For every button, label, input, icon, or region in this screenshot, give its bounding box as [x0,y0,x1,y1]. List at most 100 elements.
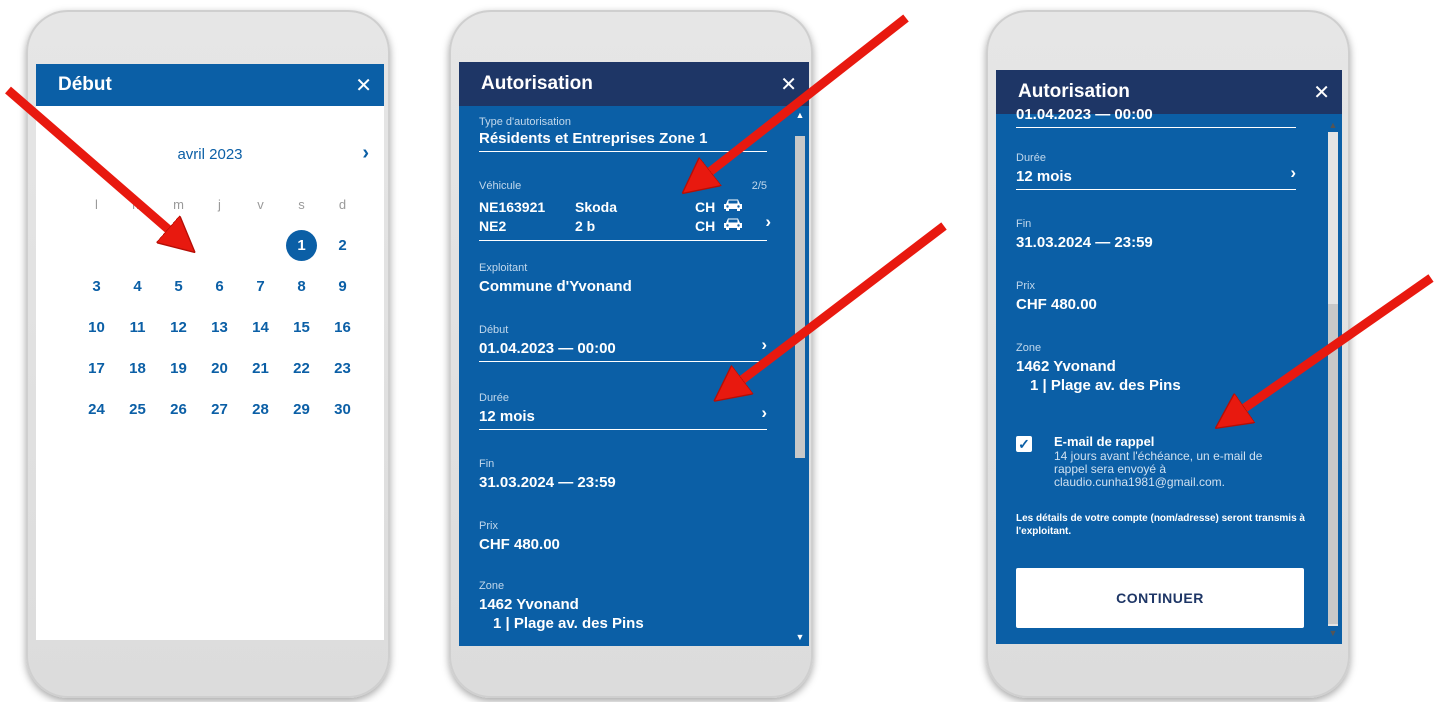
calendar-day[interactable]: 12 [158,307,199,348]
calendar-day-number: 24 [88,401,105,418]
calendar-empty-cell [117,225,158,266]
calendar-day[interactable]: 20 [199,348,240,389]
calendar-day[interactable]: 15 [281,307,322,348]
field-end: Fin 31.03.2024 — 23:59 [1016,218,1296,251]
calendar-day[interactable]: 18 [117,348,158,389]
calendar-day[interactable]: 25 [117,389,158,430]
vehicle-list: NE163921 Skoda CH NE2 2 b CH [479,198,767,236]
authorization-screen-bottom: Autorisation ✕ 01.04.2023 — 00:00 Durée … [996,70,1342,644]
chevron-right-icon: › [765,212,771,231]
zone-sub-value: 1 | Plage av. des Pins [1030,377,1181,394]
calendar-day[interactable]: 13 [199,307,240,348]
continue-button[interactable]: CONTINUER [1016,568,1304,628]
price-value: CHF 480.00 [479,536,560,553]
scroll-up-arrow-icon[interactable]: ▲ [791,110,809,120]
calendar-day[interactable]: 29 [281,389,322,430]
car-icon [723,217,743,236]
calendar-day-number: 5 [174,278,183,295]
chevron-right-icon: › [1290,163,1296,182]
calendar-empty-cell [158,225,199,266]
next-month-chevron-icon[interactable]: › [362,142,369,165]
field-vehicle[interactable]: Véhicule 2/5 NE163921 Skoda CH NE2 2 b CH › [479,180,771,241]
authorization-screen-top: Autorisation ✕ Type d'autorisation Résid… [459,62,809,646]
weekday-label: d [338,197,347,212]
calendar-day-number: 2 [338,237,347,254]
calendar-day-number: 23 [334,360,351,377]
duration-value: 12 mois [479,408,535,425]
calendar-day[interactable]: 5 [158,266,199,307]
field-duration[interactable]: Durée 12 mois › [1016,152,1296,190]
calendar-day-number: 20 [211,360,228,377]
calendar-day-number: 26 [170,401,187,418]
calendar-day[interactable]: 1 [281,225,322,266]
calendar-screen: Début ✕ ‹ avril 2023 › lmmjvsd1234567891… [36,64,384,640]
calendar-day-number: 17 [88,360,105,377]
calendar-day[interactable]: 24 [76,389,117,430]
calendar-day[interactable]: 7 [240,266,281,307]
close-icon[interactable]: ✕ [355,73,372,98]
calendar-day[interactable]: 30 [322,389,363,430]
calendar-day-number: 14 [252,319,269,336]
calendar-day[interactable]: 17 [76,348,117,389]
calendar-day[interactable]: 22 [281,348,322,389]
calendar-title: Début [58,74,112,95]
calendar-day[interactable]: 14 [240,307,281,348]
field-zone: Zone 1462 Yvonand 1 | Plage av. des Pins [1016,342,1296,394]
scrollbar[interactable]: ▲ ▼ [1324,114,1342,644]
calendar-day[interactable]: 27 [199,389,240,430]
phone-frame-authorization-bottom: Autorisation ✕ 01.04.2023 — 00:00 Durée … [986,10,1350,698]
vehicle-count: 2/5 [751,180,767,192]
close-icon[interactable]: ✕ [780,72,797,97]
reminder-checkbox[interactable]: ✓ [1016,436,1032,452]
scrollbar[interactable]: ▲ ▼ [791,106,809,646]
scroll-thumb[interactable] [1328,304,1338,624]
duration-value: 12 mois [1016,168,1072,185]
calendar-day-number: 8 [297,278,306,295]
field-duration[interactable]: Durée 12 mois › [479,392,767,430]
reminder-title: E-mail de rappel [1054,434,1155,449]
calendar-day-number: 10 [88,319,105,336]
operator-value: Commune d'Yvonand [479,278,632,295]
price-value: CHF 480.00 [1016,296,1097,313]
calendar-day-number: 7 [256,278,265,295]
price-label: Prix [479,520,498,532]
permit-type-label: Type d'autorisation [479,116,571,128]
calendar-day-number: 1 [286,230,317,261]
calendar-day[interactable]: 4 [117,266,158,307]
calendar-day[interactable]: 23 [322,348,363,389]
calendar-day[interactable]: 21 [240,348,281,389]
calendar-grid: l m m j v s d 1 2 3 4 5 6 7 8 9 10 11 12 13 14 15 16 17 18 19 20 21… [76,184,364,430]
weekday-label: l [95,197,98,212]
vehicle-country: CH [695,199,716,215]
start-label: Début [479,324,509,336]
vehicle-make: Skoda [575,199,618,215]
calendar-day[interactable]: 2 [322,225,363,266]
calendar-titlebar: Début ✕ [36,64,384,106]
scroll-down-arrow-icon[interactable]: ▼ [791,632,809,642]
calendar-day[interactable]: 16 [322,307,363,348]
calendar-day[interactable]: 8 [281,266,322,307]
scroll-up-arrow-icon[interactable]: ▲ [1324,120,1342,130]
calendar-day[interactable]: 10 [76,307,117,348]
close-icon[interactable]: ✕ [1313,80,1330,105]
chevron-right-icon: › [761,403,767,422]
calendar-day-number: 28 [252,401,269,418]
calendar-day[interactable]: 26 [158,389,199,430]
chevron-right-icon: › [761,335,767,354]
calendar-day[interactable]: 9 [322,266,363,307]
calendar-day[interactable]: 11 [117,307,158,348]
field-permit-type: Type d'autorisation Résidents et Entrepr… [479,116,767,152]
calendar-day[interactable]: 28 [240,389,281,430]
calendar-day-number: 12 [170,319,187,336]
calendar-day[interactable]: 6 [199,266,240,307]
scroll-thumb[interactable] [795,136,805,458]
scroll-down-arrow-icon[interactable]: ▼ [1324,628,1342,638]
calendar-day[interactable]: 3 [76,266,117,307]
authorization-titlebar: Autorisation ✕ [459,62,809,106]
zone-label: Zone [479,580,505,592]
calendar-day-number: 29 [293,401,310,418]
field-start[interactable]: Début 01.04.2023 — 00:00 › [479,324,767,362]
calendar-day[interactable]: 19 [158,348,199,389]
calendar-day-number: 15 [293,319,310,336]
duration-label: Durée [1016,152,1046,164]
